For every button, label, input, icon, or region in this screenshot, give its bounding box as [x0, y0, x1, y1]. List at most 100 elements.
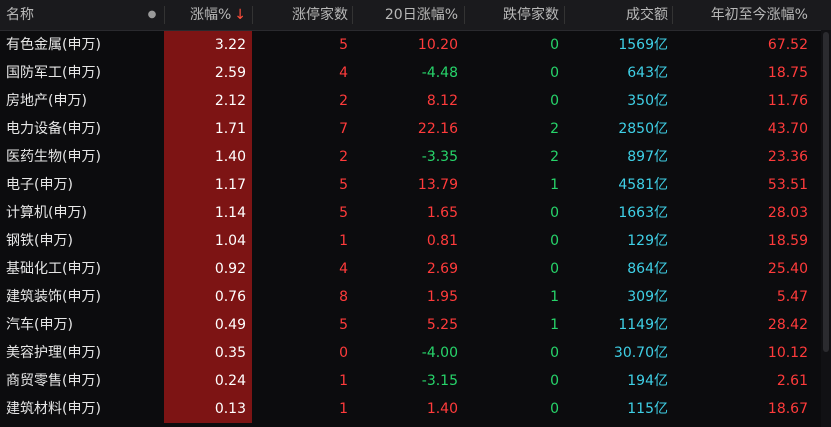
turnover: 1569亿: [618, 37, 668, 53]
table-row[interactable]: 基础化工(申万) 0.92 4 2.69 0 864亿 25.40: [0, 255, 831, 283]
change-pct: 1.71: [164, 115, 252, 143]
turnover: 194亿: [627, 373, 668, 389]
limit-up-count: 5: [339, 177, 348, 193]
change-20d: 10.20: [417, 37, 458, 53]
table-row[interactable]: 医药生物(申万) 1.40 2 -3.35 2 897亿 23.36: [0, 143, 831, 171]
limit-up-count: 0: [339, 345, 348, 361]
header-change-sorted[interactable]: 涨幅% ↓: [164, 0, 252, 30]
change-pct: 2.12: [164, 87, 252, 115]
ytd-change: 10.12: [767, 345, 808, 361]
ytd-change: 28.42: [767, 317, 808, 333]
table-row[interactable]: 国防军工(申万) 2.59 4 -4.48 0 643亿 18.75: [0, 59, 831, 87]
sector-name: 医药生物(申万): [6, 149, 101, 165]
limit-up-count: 1: [339, 233, 348, 249]
limit-down-count: 0: [550, 65, 559, 81]
column-toggle-dot-icon[interactable]: ●: [140, 0, 164, 30]
sector-name: 房地产(申万): [6, 93, 87, 109]
limit-down-count: 0: [550, 37, 559, 53]
column-divider: [564, 6, 565, 24]
sector-name: 计算机(申万): [6, 205, 87, 221]
change-pct: 0.35: [164, 339, 252, 367]
ytd-change: 28.03: [767, 205, 808, 221]
header-volume[interactable]: 成交额: [564, 0, 672, 30]
header-change-20d[interactable]: 20日涨幅%: [352, 0, 464, 30]
table-row[interactable]: 建筑装饰(申万) 0.76 8 1.95 1 309亿 5.47: [0, 283, 831, 311]
sort-desc-icon: ↓: [234, 7, 246, 23]
limit-down-count: 1: [550, 317, 559, 333]
table-row[interactable]: 建筑材料(申万) 0.13 1 1.40 0 115亿 18.67: [0, 395, 831, 423]
change-pct: 1.17: [164, 171, 252, 199]
ytd-change: 2.61: [776, 373, 808, 389]
limit-up-count: 1: [339, 373, 348, 389]
table-row[interactable]: 有色金属(申万) 3.22 5 10.20 0 1569亿 67.52: [0, 31, 831, 59]
limit-up-count: 5: [339, 37, 348, 53]
change-20d: 13.79: [417, 177, 458, 193]
turnover: 350亿: [627, 93, 668, 109]
column-divider: [252, 6, 253, 24]
row-dot-spacer: [140, 199, 164, 227]
table-row[interactable]: 汽车(申万) 0.49 5 5.25 1 1149亿 28.42: [0, 311, 831, 339]
row-dot-spacer: [140, 59, 164, 87]
ytd-change: 18.59: [767, 233, 808, 249]
row-dot-spacer: [140, 311, 164, 339]
turnover: 309亿: [627, 289, 668, 305]
column-divider: [672, 6, 673, 24]
limit-up-count: 7: [339, 121, 348, 137]
scrollbar-thumb[interactable]: [823, 32, 829, 352]
row-dot-spacer: [140, 87, 164, 115]
column-divider: [464, 6, 465, 24]
change-20d: -4.48: [421, 65, 458, 81]
ytd-change: 11.76: [767, 93, 808, 109]
row-dot-spacer: [140, 171, 164, 199]
sector-name: 基础化工(申万): [6, 261, 101, 277]
column-divider: [352, 6, 353, 24]
sector-name: 商贸零售(申万): [6, 373, 101, 389]
ytd-change: 25.40: [767, 261, 808, 277]
sector-name: 电子(申万): [6, 177, 73, 193]
limit-down-count: 1: [550, 289, 559, 305]
header-limit-down[interactable]: 跌停家数: [464, 0, 564, 30]
table-row[interactable]: 商贸零售(申万) 0.24 1 -3.15 0 194亿 2.61: [0, 367, 831, 395]
turnover: 30.70亿: [613, 345, 668, 361]
sector-name: 国防军工(申万): [6, 65, 101, 81]
header-ytd[interactable]: 年初至今涨幅%: [672, 0, 812, 30]
column-divider: [164, 6, 165, 24]
change-pct: 3.22: [164, 31, 252, 59]
limit-down-count: 1: [550, 177, 559, 193]
turnover: 4581亿: [618, 177, 668, 193]
change-20d: -4.00: [421, 345, 458, 361]
change-20d: -3.15: [421, 373, 458, 389]
row-dot-spacer: [140, 283, 164, 311]
limit-down-count: 2: [550, 121, 559, 137]
turnover: 115亿: [627, 401, 668, 417]
change-20d: 1.40: [426, 401, 458, 417]
limit-down-count: 0: [550, 373, 559, 389]
change-20d: 5.25: [426, 317, 458, 333]
table-header: 名称 ● 涨幅% ↓ 涨停家数 20日涨幅% 跌停家数 成交额 年初至今涨幅%: [0, 0, 831, 31]
limit-down-count: 0: [550, 93, 559, 109]
table-row[interactable]: 钢铁(申万) 1.04 1 0.81 0 129亿 18.59: [0, 227, 831, 255]
turnover: 864亿: [627, 261, 668, 277]
sector-table: 名称 ● 涨幅% ↓ 涨停家数 20日涨幅% 跌停家数 成交额 年初至今涨幅% 有…: [0, 0, 831, 427]
sector-name: 美容护理(申万): [6, 345, 101, 361]
limit-up-count: 2: [339, 149, 348, 165]
sector-name: 钢铁(申万): [6, 233, 73, 249]
table-row[interactable]: 电子(申万) 1.17 5 13.79 1 4581亿 53.51: [0, 171, 831, 199]
header-limit-up[interactable]: 涨停家数: [252, 0, 352, 30]
limit-down-count: 0: [550, 345, 559, 361]
change-pct: 1.40: [164, 143, 252, 171]
change-pct: 2.59: [164, 59, 252, 87]
ytd-change: 23.36: [767, 149, 808, 165]
table-row[interactable]: 美容护理(申万) 0.35 0 -4.00 0 30.70亿 10.12: [0, 339, 831, 367]
change-pct: 0.49: [164, 311, 252, 339]
row-dot-spacer: [140, 255, 164, 283]
turnover: 643亿: [627, 65, 668, 81]
table-row[interactable]: 计算机(申万) 1.14 5 1.65 0 1663亿 28.03: [0, 199, 831, 227]
table-row[interactable]: 电力设备(申万) 1.71 7 22.16 2 2850亿 43.70: [0, 115, 831, 143]
change-20d: 1.65: [426, 205, 458, 221]
header-name[interactable]: 名称: [0, 0, 140, 30]
turnover: 129亿: [627, 233, 668, 249]
row-dot-spacer: [140, 31, 164, 59]
change-pct: 0.76: [164, 283, 252, 311]
table-row[interactable]: 房地产(申万) 2.12 2 8.12 0 350亿 11.76: [0, 87, 831, 115]
